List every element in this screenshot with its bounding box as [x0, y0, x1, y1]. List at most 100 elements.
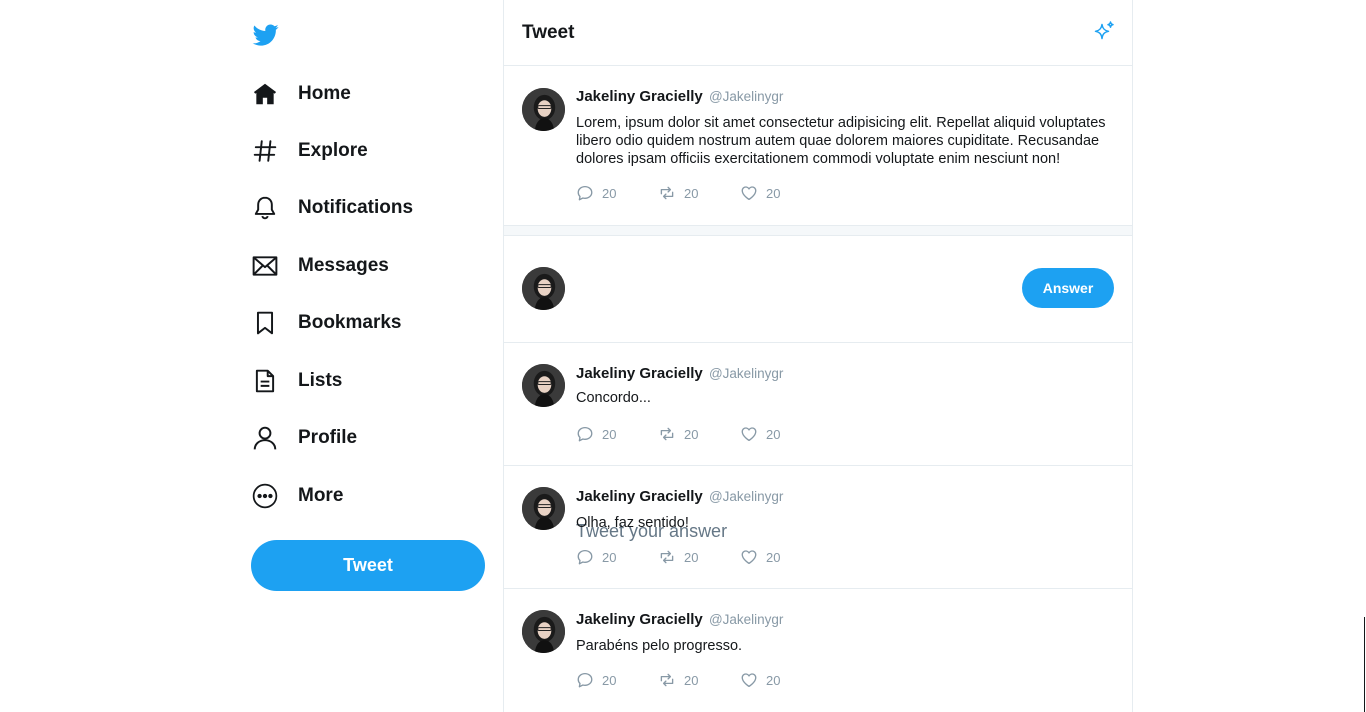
bookmark-icon	[251, 309, 279, 337]
like-count: 20	[766, 185, 781, 201]
page-header: Tweet	[504, 0, 1132, 66]
reply-composer: Answer	[504, 236, 1132, 551]
heart-icon	[741, 427, 757, 442]
heart-icon	[741, 673, 757, 688]
sidebar-item-label: Messages	[298, 255, 389, 276]
tweet-button[interactable]: Tweet	[251, 540, 485, 591]
sidebar-item-label: Home	[298, 83, 351, 104]
author-handle[interactable]: @Jakelinygr	[709, 366, 783, 381]
sidebar: Home Explore Notifications Messages Book…	[251, 0, 491, 712]
retweet-icon	[660, 186, 674, 200]
tweet-text: Olha, faz sentido!	[576, 515, 689, 531]
tweet-actions: 20 20 20	[576, 425, 822, 443]
hashtag-icon	[251, 137, 279, 165]
avatar[interactable]	[522, 487, 565, 530]
main-column: Tweet Jakeliny Gracielly @Jakelinygr Lor…	[503, 0, 1133, 712]
sidebar-item-bookmarks[interactable]: Bookmarks	[251, 303, 471, 343]
retweet-button[interactable]: 20	[658, 184, 740, 202]
like-button[interactable]: 20	[740, 425, 822, 443]
retweet-count: 20	[684, 185, 699, 201]
sidebar-item-lists[interactable]: Lists	[251, 361, 471, 401]
tweet-header: Jakeliny Gracielly @Jakelinygr	[576, 365, 783, 382]
sidebar-item-notifications[interactable]: Notifications	[251, 188, 471, 228]
like-button[interactable]: 20	[740, 671, 822, 689]
avatar[interactable]	[522, 88, 565, 131]
answer-button[interactable]: Answer	[1022, 268, 1114, 308]
tweet-actions: 20 20 20	[576, 184, 822, 202]
reply-tweet[interactable]: Jakeliny Gracielly @Jakelinygr Parabéns …	[504, 589, 1132, 712]
sparkle-icon[interactable]	[1092, 20, 1116, 44]
section-divider	[504, 226, 1132, 236]
sidebar-item-more[interactable]: More	[251, 476, 471, 516]
tweet-text: Parabéns pelo progresso.	[576, 638, 743, 654]
retweet-count: 20	[684, 549, 699, 565]
reply-icon	[577, 672, 593, 688]
sidebar-item-explore[interactable]: Explore	[251, 131, 471, 171]
like-count: 20	[766, 426, 781, 442]
retweet-count: 20	[684, 426, 699, 442]
reply-button[interactable]: 20	[576, 425, 658, 443]
sidebar-item-messages[interactable]: Messages	[251, 246, 471, 286]
page-title: Tweet	[522, 22, 575, 43]
heart-icon	[741, 186, 757, 201]
avatar[interactable]	[522, 610, 565, 653]
like-button[interactable]: 20	[740, 548, 822, 566]
tweet-header: Jakeliny Gracielly @Jakelinygr	[576, 88, 783, 105]
tweet-header: Jakeliny Gracielly @Jakelinygr	[576, 488, 783, 505]
sidebar-item-label: Lists	[298, 370, 343, 391]
list-document-icon	[251, 367, 279, 395]
like-count: 20	[766, 549, 781, 565]
tweet-actions: 20 20 20	[576, 548, 822, 566]
home-icon	[251, 80, 279, 108]
main-tweet[interactable]: Jakeliny Gracielly @Jakelinygr Lorem, ip…	[504, 66, 1132, 226]
reply-count: 20	[602, 549, 617, 565]
reply-button[interactable]: 20	[576, 671, 658, 689]
heart-icon	[741, 550, 757, 565]
tweet-actions: 20 20 20	[576, 671, 822, 689]
twitter-bird-icon[interactable]	[251, 22, 281, 48]
author-handle[interactable]: @Jakelinygr	[709, 89, 783, 104]
sidebar-item-label: Explore	[298, 140, 368, 161]
reply-button[interactable]: 20	[576, 184, 658, 202]
retweet-button[interactable]: 20	[658, 425, 740, 443]
reply-count: 20	[602, 426, 617, 442]
person-icon	[251, 424, 279, 452]
sidebar-item-home[interactable]: Home	[251, 74, 471, 114]
like-count: 20	[766, 672, 781, 688]
window-edge	[1364, 617, 1365, 712]
envelope-icon	[251, 252, 279, 280]
retweet-count: 20	[684, 672, 699, 688]
author-handle[interactable]: @Jakelinygr	[709, 612, 783, 627]
reply-tweet[interactable]: Jakeliny Gracielly @Jakelinygr Concordo.…	[504, 343, 1132, 466]
reply-icon	[577, 549, 593, 565]
author-name[interactable]: Jakeliny Gracielly	[576, 88, 703, 105]
retweet-button[interactable]: 20	[658, 671, 740, 689]
author-name[interactable]: Jakeliny Gracielly	[576, 488, 703, 505]
avatar[interactable]	[522, 364, 565, 407]
bell-icon	[251, 194, 279, 222]
sidebar-item-label: More	[298, 485, 344, 506]
avatar[interactable]	[522, 267, 565, 310]
more-circle-icon	[251, 482, 279, 510]
reply-tweet[interactable]: Jakeliny Gracielly @Jakelinygr Olha, faz…	[504, 466, 1132, 589]
author-name[interactable]: Jakeliny Gracielly	[576, 365, 703, 382]
sidebar-item-label: Bookmarks	[298, 312, 402, 333]
author-name[interactable]: Jakeliny Gracielly	[576, 611, 703, 628]
sidebar-item-label: Profile	[298, 427, 358, 448]
reply-icon	[577, 185, 593, 201]
retweet-button[interactable]: 20	[658, 548, 740, 566]
sidebar-item-label: Notifications	[298, 197, 414, 218]
retweet-icon	[660, 673, 674, 687]
tweet-text: Lorem, ipsum dolor sit amet consectetur …	[576, 115, 1106, 167]
tweet-text: Concordo...	[576, 390, 651, 406]
reply-count: 20	[602, 185, 617, 201]
like-button[interactable]: 20	[740, 184, 822, 202]
sidebar-item-profile[interactable]: Profile	[251, 418, 471, 458]
reply-button[interactable]: 20	[576, 548, 658, 566]
retweet-icon	[660, 550, 674, 564]
reply-count: 20	[602, 672, 617, 688]
reply-icon	[577, 426, 593, 442]
author-handle[interactable]: @Jakelinygr	[709, 489, 783, 504]
tweet-header: Jakeliny Gracielly @Jakelinygr	[576, 611, 783, 628]
retweet-icon	[660, 427, 674, 441]
